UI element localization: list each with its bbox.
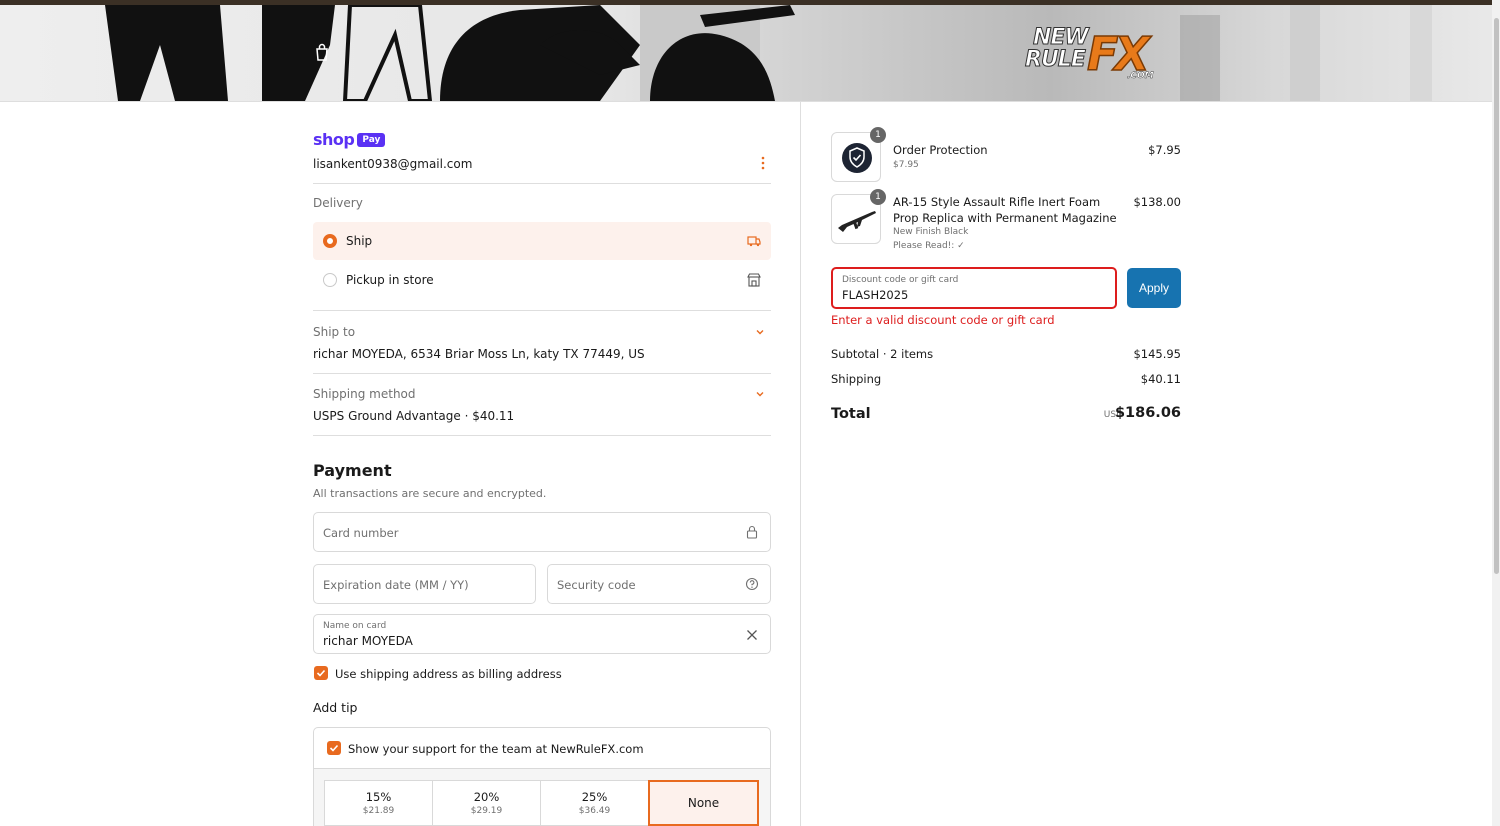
shipping-row: Shipping $40.11 <box>831 372 1181 386</box>
tip-amount: $36.49 <box>578 806 611 816</box>
billing-checkbox[interactable] <box>314 666 328 680</box>
pickup-radio[interactable] <box>323 273 337 287</box>
name-on-card-value: richar MOYEDA <box>323 634 413 648</box>
ship-radio[interactable] <box>323 234 337 248</box>
name-on-card-label: Name on card <box>323 621 387 631</box>
scrollbar-thumb[interactable] <box>1494 18 1499 574</box>
expiration-input[interactable]: Expiration date (MM / YY) <box>313 564 536 604</box>
subtotal-label: Subtotal · 2 items <box>831 347 934 361</box>
store-logo[interactable]: NEW RULE FX .COM <box>1015 25 1165 87</box>
divider <box>313 183 771 184</box>
tip-options: 15% $21.89 20% $29.19 25% $36.49 None <box>324 780 759 826</box>
delivery-option-pickup[interactable]: Pickup in store <box>313 261 771 299</box>
subtotal-value: $145.95 <box>1133 347 1181 361</box>
apply-button[interactable]: Apply <box>1127 268 1181 308</box>
billing-checkbox-label: Use shipping address as billing address <box>335 667 562 681</box>
pickup-label: Pickup in store <box>346 273 434 287</box>
add-tip-title: Add tip <box>313 700 358 715</box>
item-price: $138.00 <box>1133 195 1181 209</box>
card-number-placeholder: Card number <box>323 526 399 540</box>
total-value: $186.06 <box>1114 405 1181 421</box>
tip-amount: $21.89 <box>362 806 395 816</box>
ship-label: Ship <box>346 234 373 248</box>
tip-option-20[interactable]: 20% $29.19 <box>432 780 541 826</box>
tip-amount: $29.19 <box>470 806 503 816</box>
item-note: Please Read!: ✓ <box>893 241 965 251</box>
tip-support-checkbox[interactable] <box>327 741 341 755</box>
discount-code-value: FLASH2025 <box>842 288 909 302</box>
banner-silhouettes <box>105 5 1432 101</box>
discount-code-label: Discount code or gift card <box>842 275 959 285</box>
tip-option-15[interactable]: 15% $21.89 <box>324 780 433 826</box>
item-price: $7.95 <box>1148 143 1181 157</box>
header-banner: NEW RULE FX .COM <box>0 5 1500 101</box>
discount-code-input[interactable]: Discount code or gift card FLASH2025 <box>831 267 1117 309</box>
shipping-method-value: USPS Ground Advantage · $40.11 <box>313 409 515 423</box>
logo-com: .COM <box>1127 71 1154 81</box>
divider <box>313 310 771 311</box>
tip-box: Show your support for the team at NewRul… <box>313 727 771 826</box>
tip-pct: 25% <box>581 790 608 804</box>
shop-pay-logo: shop Pay <box>313 130 386 149</box>
payment-title: Payment <box>313 461 392 480</box>
delivery-option-ship[interactable]: Ship <box>313 222 771 260</box>
security-code-input[interactable]: Security code <box>547 564 771 604</box>
delivery-label: Delivery <box>313 196 363 210</box>
item-sub: $7.95 <box>893 160 919 170</box>
discount-error: Enter a valid discount code or gift card <box>831 313 1055 327</box>
lock-icon <box>746 525 758 539</box>
column-divider <box>800 101 801 826</box>
card-number-input[interactable]: Card number <box>313 512 771 552</box>
ship-to-address: richar MOYEDA, 6534 Briar Moss Ln, katy … <box>313 347 645 361</box>
pay-badge: Pay <box>357 132 386 147</box>
store-icon <box>747 273 761 287</box>
item-quantity-badge: 1 <box>870 127 886 143</box>
tip-option-none[interactable]: None <box>648 780 759 826</box>
tip-support-label: Show your support for the team at NewRul… <box>348 742 644 756</box>
ship-to-label: Ship to <box>313 325 356 339</box>
item-quantity-badge: 1 <box>870 189 886 205</box>
expiration-placeholder: Expiration date (MM / YY) <box>323 578 469 592</box>
divider <box>313 373 771 374</box>
chevron-down-icon[interactable] <box>755 389 765 399</box>
account-email: lisankent0938@gmail.com <box>313 157 473 171</box>
shipping-method-label: Shipping method <box>313 387 416 401</box>
tip-pct: 15% <box>365 790 392 804</box>
item-variant: New Finish Black <box>893 227 969 237</box>
tip-pct: 20% <box>473 790 500 804</box>
tip-option-25[interactable]: 25% $36.49 <box>540 780 649 826</box>
kebab-icon[interactable] <box>760 156 766 170</box>
total-label: Total <box>831 406 871 422</box>
shipping-value: $40.11 <box>1140 372 1181 386</box>
tip-pct: None <box>687 796 720 810</box>
divider <box>313 435 771 436</box>
chevron-down-icon[interactable] <box>755 327 765 337</box>
clear-icon[interactable] <box>745 628 759 642</box>
shipping-label: Shipping <box>831 372 882 386</box>
payment-subtitle: All transactions are secure and encrypte… <box>313 487 547 500</box>
item-name: AR-15 Style Assault Rifle Inert Foam Pro… <box>893 195 1117 225</box>
truck-icon <box>747 236 761 247</box>
item-name: Order Protection <box>893 143 988 157</box>
help-circle-icon[interactable] <box>745 577 759 591</box>
subtotal-row: Subtotal · 2 items $145.95 <box>831 347 1181 361</box>
name-on-card-input[interactable]: Name on card richar MOYEDA <box>313 614 771 654</box>
bag-icon[interactable] <box>314 43 330 61</box>
security-code-placeholder: Security code <box>557 578 636 592</box>
shop-text: shop <box>313 130 355 149</box>
logo-line2: RULE <box>1025 47 1087 73</box>
